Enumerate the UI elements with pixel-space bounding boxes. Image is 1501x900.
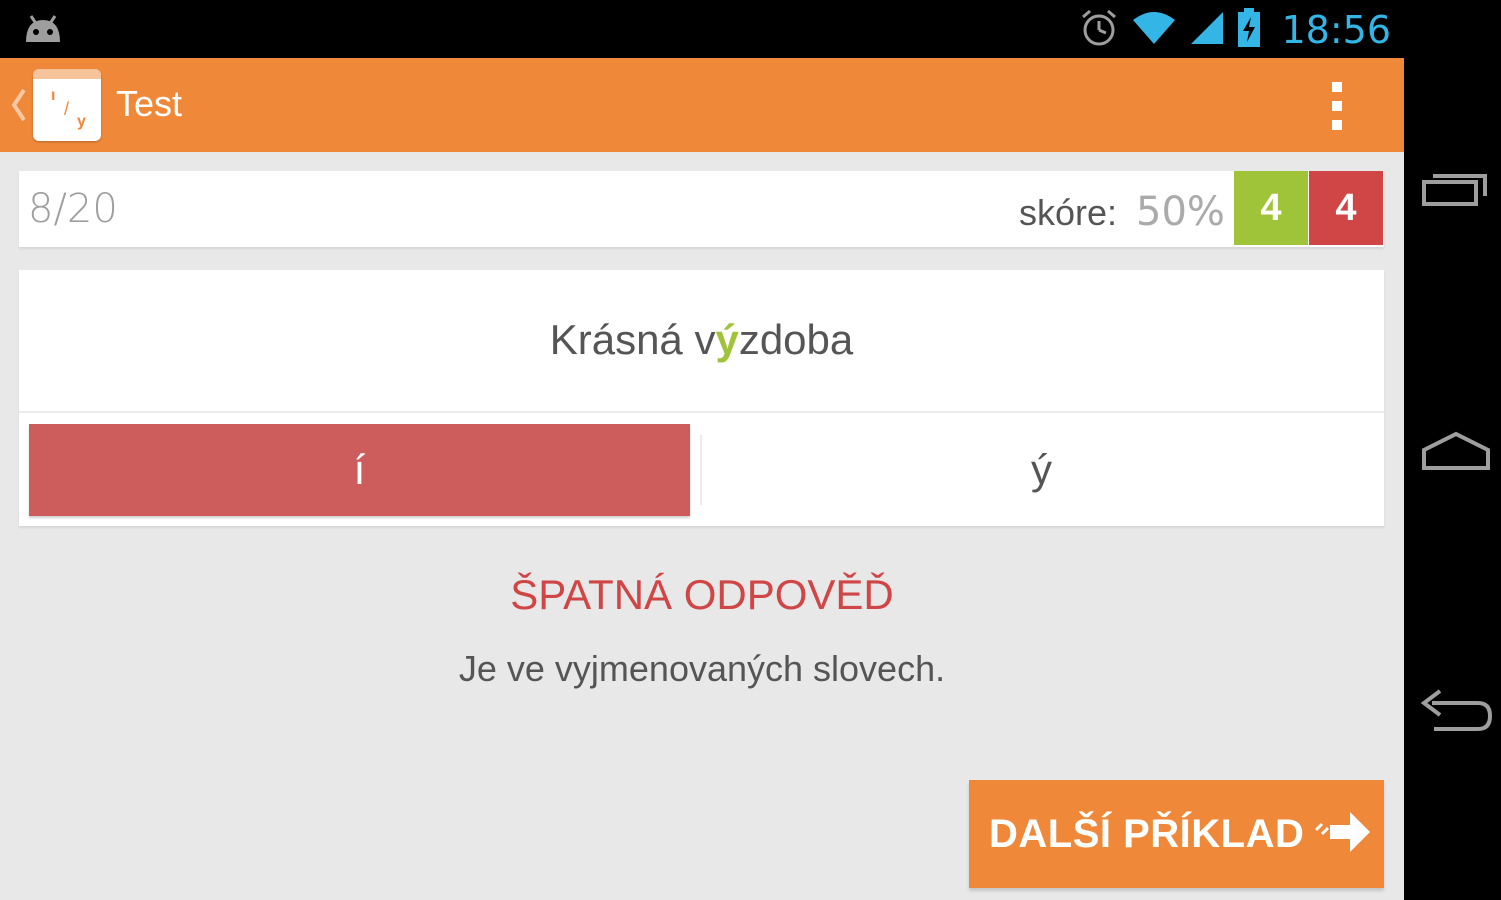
alarm-icon	[1079, 8, 1119, 53]
wifi-icon	[1131, 10, 1177, 51]
home-icon[interactable]	[1418, 420, 1494, 480]
back-icon[interactable]	[1418, 680, 1494, 740]
next-example-button[interactable]: DALŠÍ PŘÍKLAD	[969, 780, 1384, 888]
choice-y-button[interactable]: ý	[709, 424, 1374, 516]
correct-count-badge: 4	[1234, 171, 1308, 245]
status-bar: 18:56	[0, 0, 1501, 58]
battery-charging-icon	[1237, 7, 1261, 53]
page-title: Test	[116, 83, 183, 124]
app-icon[interactable]: ı / y	[33, 69, 101, 141]
choice-i-button[interactable]: í	[29, 424, 690, 516]
up-caret-icon[interactable]	[10, 86, 28, 129]
sentence-part-after: zdoba	[738, 316, 854, 363]
sentence-part-before: Krásná v	[549, 316, 716, 363]
score-label: skóre:	[1019, 192, 1118, 233]
choice-separator	[700, 435, 702, 505]
question-sentence: Krásná výzdoba	[19, 316, 1384, 364]
question-card: Krásná výzdoba í ý	[19, 270, 1384, 526]
clock: 18:56	[1281, 8, 1391, 52]
arrow-right-icon	[1314, 810, 1372, 859]
action-bar: ı / y Test	[0, 58, 1404, 152]
android-icon	[22, 12, 64, 51]
navigation-bar	[1404, 58, 1501, 900]
signal-icon	[1189, 10, 1225, 51]
wrong-count-badge: 4	[1309, 171, 1383, 245]
score-value: 50%	[1136, 189, 1225, 235]
status-icons: 18:56	[1079, 7, 1391, 53]
divider	[19, 411, 1384, 413]
progress-counter: 8/20	[28, 186, 118, 232]
feedback-explanation: Je ve vyjmenovaných slovech.	[458, 648, 946, 689]
app-content: ı / y Test 8/20 skóre: 50% 4 4 Krásná vý…	[0, 58, 1404, 900]
score-card: 8/20 skóre: 50% 4 4	[19, 171, 1384, 247]
next-button-label: DALŠÍ PŘÍKLAD	[989, 811, 1305, 856]
overflow-menu-icon[interactable]	[1328, 82, 1346, 130]
feedback-title: ŠPATNÁ ODPOVĚĎ	[510, 571, 894, 618]
sentence-highlight: ý	[715, 316, 739, 363]
recent-apps-icon[interactable]	[1418, 158, 1494, 218]
